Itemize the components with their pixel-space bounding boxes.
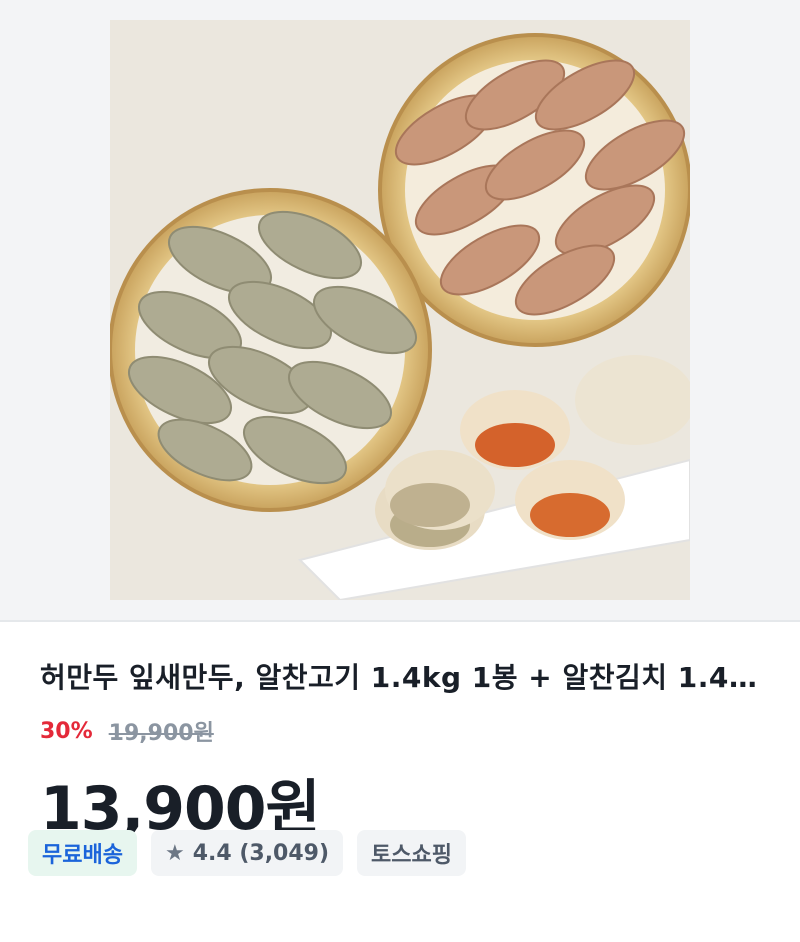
product-image-area: [0, 0, 800, 620]
badge-row: 무료배송 ★ 4.4 (3,049) 토스쇼핑: [28, 830, 467, 876]
product-photo[interactable]: [110, 20, 690, 600]
star-icon: ★: [164, 840, 185, 866]
divider: [0, 620, 800, 622]
product-title[interactable]: 허만두 잎새만두, 알찬고기 1.4kg 1봉 + 알찬김치 1.4kg 1봉: [40, 656, 770, 696]
discount-rate: 30%: [40, 718, 93, 744]
free-shipping-label: 무료배송: [42, 843, 123, 868]
rating-label: 4.4 (3,049): [192, 840, 330, 866]
store-badge[interactable]: 토스쇼핑: [357, 830, 467, 876]
free-shipping-badge: 무료배송: [28, 830, 137, 876]
rating-badge[interactable]: ★ 4.4 (3,049): [150, 830, 344, 876]
store-label: 토스쇼핑: [371, 843, 453, 868]
price-info: 30% 19,900원: [40, 714, 214, 748]
original-price: 19,900원: [108, 721, 214, 746]
